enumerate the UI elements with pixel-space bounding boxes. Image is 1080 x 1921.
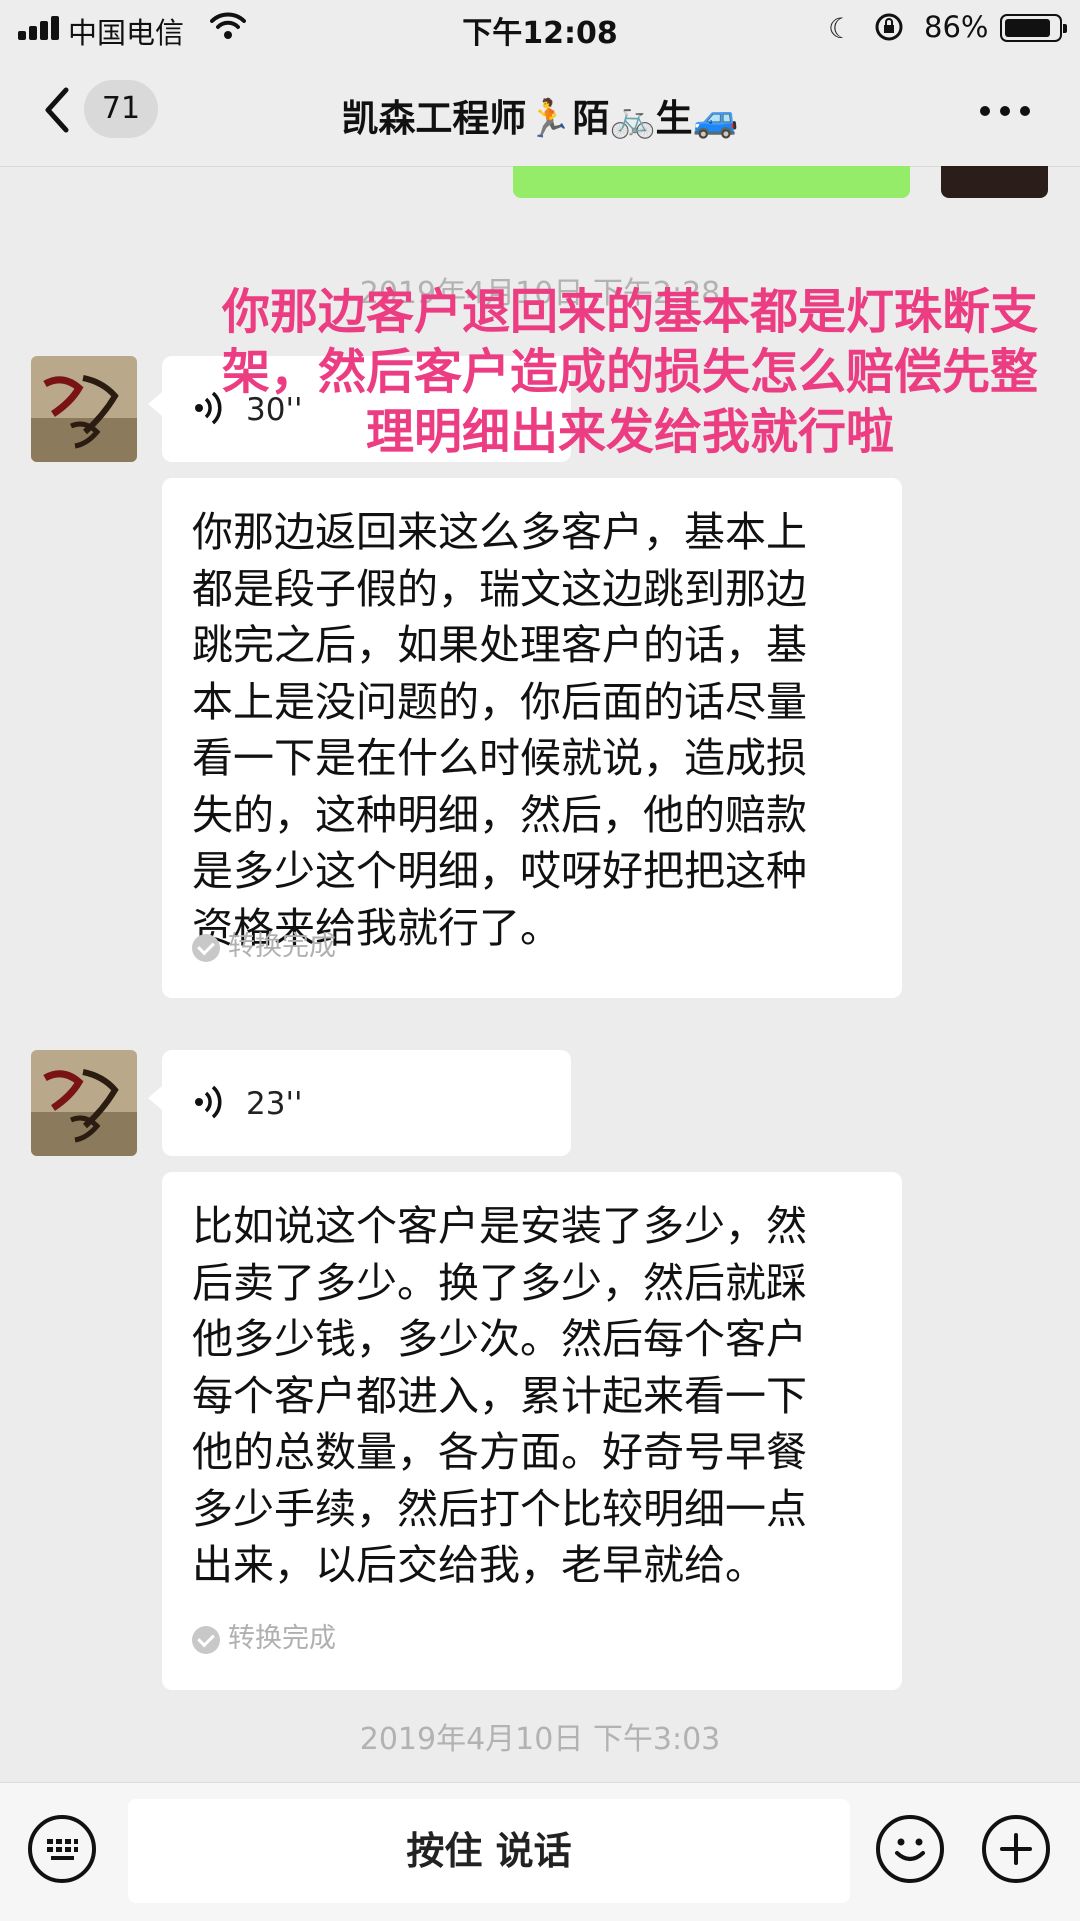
voice-transcript-bubble[interactable]: 你那边返回来这么多客户，基本上都是段子假的，瑞文这边跳到那边跳完之后，如果处理客… [162, 478, 902, 998]
chat-title: 凯森工程师🏃陌🚲生🚙 [341, 97, 739, 140]
plus-icon[interactable] [982, 1815, 1050, 1883]
voice-transcript-bubble[interactable]: 比如说这个客户是安装了多少，然后卖了多少。换了多少，然后就踩他多少钱，多少次。然… [162, 1172, 902, 1690]
chat-header: 71 凯森工程师🏃陌🚲生🚙 [0, 56, 1080, 167]
overlay-annotation: 你那边客户退回来的基本都是灯珠断支架，然后客户造成的损失怎么赔偿先整理明细出来发… [221, 284, 1038, 460]
input-bar: 按住 说话 [0, 1782, 1080, 1921]
status-bar: 中国电信 下午12:08 ☾ 86% [0, 0, 1080, 56]
voice-transcript-text: 你那边返回来这么多客户，基本上都是段子假的，瑞文这边跳到那边跳完之后，如果处理客… [192, 508, 807, 952]
moon-icon: ☾ [828, 12, 854, 45]
sent-message-bubble[interactable] [513, 166, 910, 198]
keyboard-icon[interactable] [28, 1815, 96, 1883]
orientation-lock-icon [875, 13, 903, 41]
transcript-status: 转换完成 [192, 1616, 336, 1655]
hold-to-talk-button[interactable]: 按住 说话 [128, 1799, 850, 1903]
avatar[interactable] [31, 356, 137, 462]
more-icon[interactable] [980, 106, 1032, 118]
message-timestamp: 2019年4月10日 下午3:03 [359, 1722, 721, 1757]
battery-percent: 86% [924, 10, 989, 44]
emoji-icon[interactable] [876, 1815, 944, 1883]
voice-wave-icon [195, 1085, 222, 1119]
avatar[interactable] [31, 1050, 137, 1156]
voice-duration: 23'' [246, 1086, 303, 1122]
message-list[interactable]: 2019年4月10日 下午2:28 30'' 你那边返回来这么多客户，基本上都是… [0, 166, 1080, 1782]
voice-transcript-text: 比如说这个客户是安装了多少，然后卖了多少。换了多少，然后就踩他多少钱，多少次。然… [192, 1202, 807, 1589]
voice-message-bubble[interactable]: 23'' [148, 1050, 571, 1156]
clock: 下午12:08 [462, 16, 618, 51]
check-icon [192, 1625, 220, 1654]
sent-image-message[interactable] [941, 166, 1048, 198]
battery-icon [1000, 14, 1067, 42]
transcript-status: 转换完成 [192, 924, 336, 963]
check-icon [192, 933, 220, 962]
